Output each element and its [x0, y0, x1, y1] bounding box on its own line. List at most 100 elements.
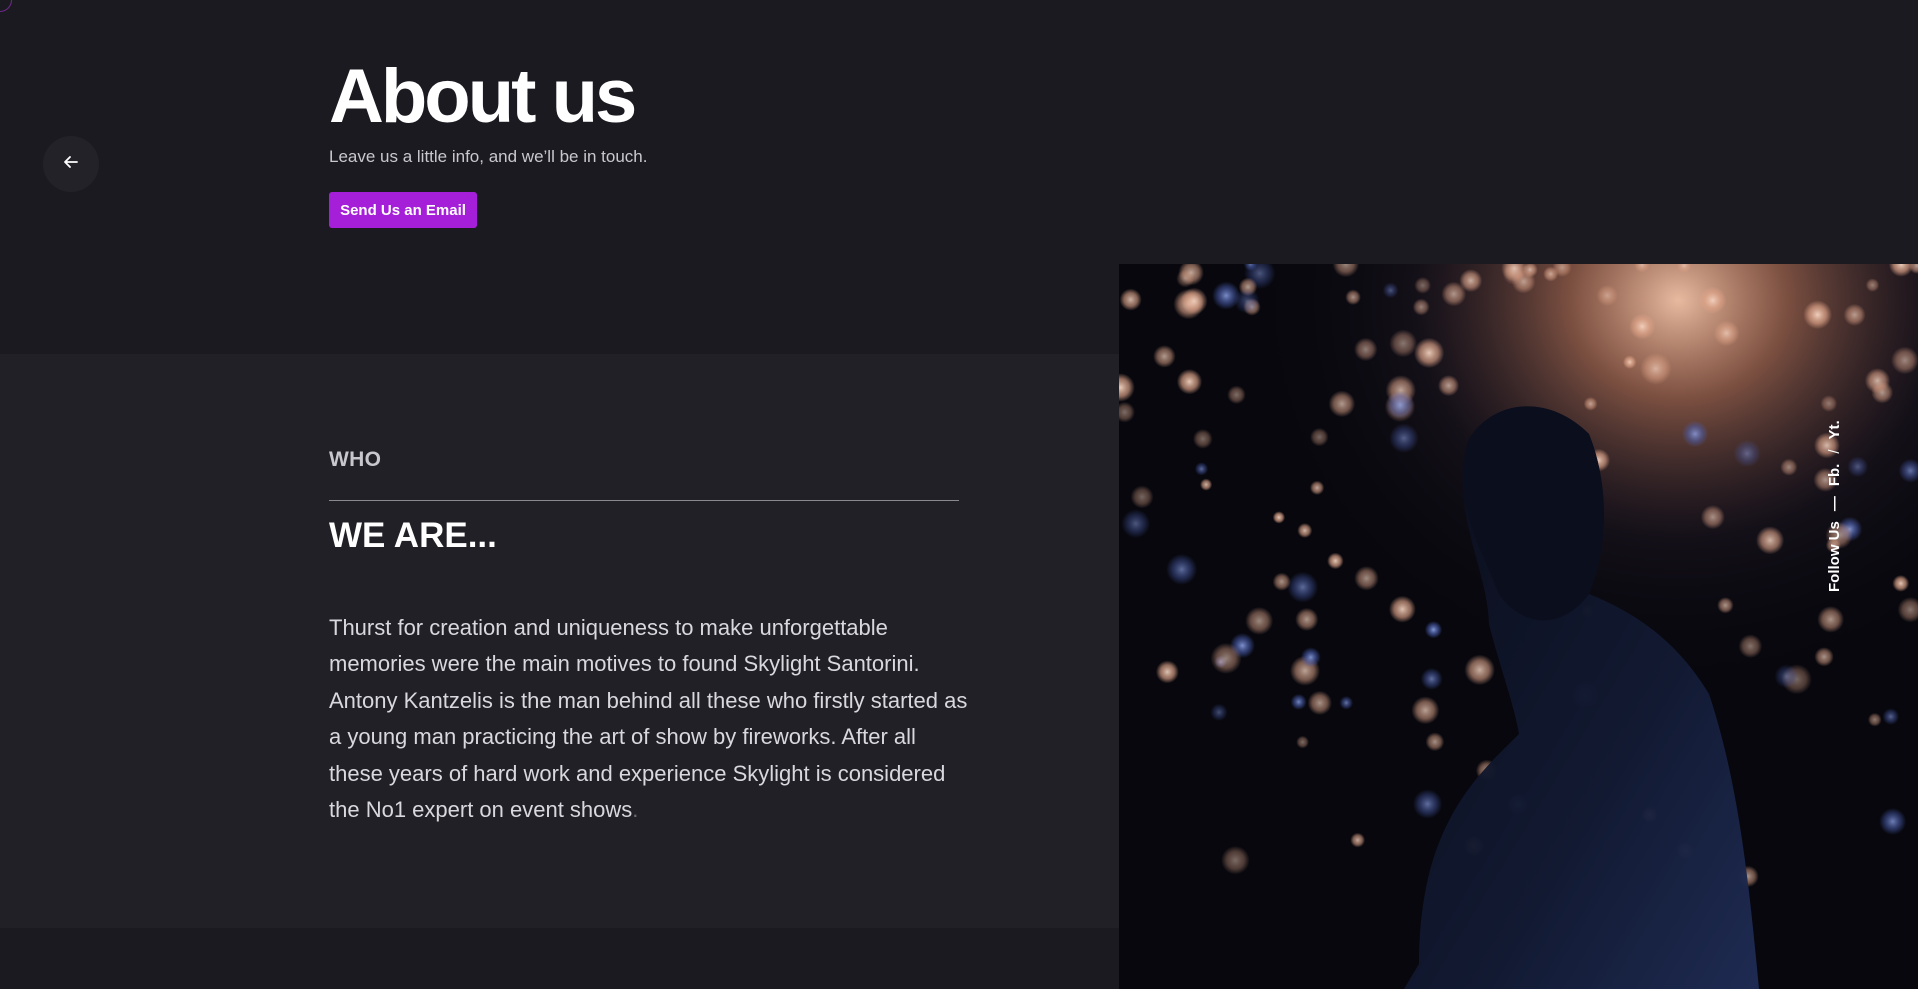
bokeh-light	[1414, 277, 1432, 294]
bokeh-light	[1307, 690, 1332, 716]
bokeh-light	[1717, 597, 1734, 614]
follow-dash: —	[1826, 496, 1843, 512]
bokeh-light	[1424, 621, 1443, 639]
bokeh-light	[1420, 667, 1443, 690]
bokeh-light	[1210, 703, 1228, 721]
bokeh-light	[1774, 664, 1799, 689]
bokeh-light	[1814, 647, 1834, 667]
bokeh-light	[1245, 606, 1274, 635]
bokeh-light	[1411, 696, 1440, 725]
bokeh-light	[1438, 375, 1460, 397]
bokeh-light	[1843, 303, 1866, 326]
bokeh-light	[1176, 369, 1203, 395]
bokeh-light	[1596, 284, 1618, 307]
back-button[interactable]	[43, 136, 99, 192]
bokeh-light	[1354, 337, 1378, 362]
bokeh-light	[1328, 390, 1356, 418]
about-page: About us Leave us a little info, and we’…	[0, 0, 1918, 989]
bokeh-light	[1389, 329, 1418, 358]
bokeh-light	[1176, 269, 1195, 288]
bokeh-light	[1543, 266, 1559, 282]
bokeh-light	[1386, 390, 1415, 419]
bokeh-light	[1441, 281, 1467, 307]
bokeh-light	[1882, 708, 1900, 725]
section-heading: WE ARE...	[329, 516, 497, 555]
about-paragraph-text: Thurst for creation and uniqueness to ma…	[329, 615, 968, 823]
bokeh-light	[1290, 693, 1307, 710]
social-separator: /	[1826, 449, 1843, 454]
bokeh-light	[1339, 696, 1354, 710]
bokeh-light	[1287, 571, 1319, 603]
bokeh-light	[1780, 458, 1798, 476]
bokeh-light	[1221, 845, 1250, 875]
bokeh-light	[1345, 289, 1361, 305]
bokeh-light	[1227, 385, 1246, 405]
social-link-youtube[interactable]: Yt.	[1826, 420, 1843, 439]
bokeh-light	[1327, 552, 1344, 570]
bokeh-light	[1194, 462, 1209, 476]
bokeh-light	[1200, 478, 1213, 491]
bokeh-light	[1388, 595, 1416, 623]
section-eyebrow: WHO	[329, 448, 382, 471]
page-subtitle: Leave us a little info, and we’ll be in …	[329, 147, 648, 166]
bokeh-light	[1864, 368, 1891, 394]
bokeh-light	[1166, 553, 1198, 585]
bokeh-light	[1847, 456, 1869, 478]
bokeh-light	[1738, 634, 1763, 659]
bokeh-light	[1713, 320, 1740, 347]
bokeh-light	[1389, 423, 1419, 453]
bokeh-light	[1382, 282, 1399, 299]
bokeh-light	[1699, 286, 1727, 314]
follow-label: Follow Us	[1826, 521, 1843, 592]
social-link-facebook[interactable]: Fb.	[1826, 464, 1843, 487]
bokeh-light	[1210, 642, 1242, 674]
bokeh-light	[1130, 485, 1154, 509]
bokeh-light	[1681, 420, 1709, 448]
bokeh-light	[1412, 298, 1430, 316]
bokeh-light	[1272, 511, 1286, 524]
bokeh-light	[1865, 278, 1880, 292]
bokeh-light	[1234, 288, 1260, 314]
bokeh-light	[1295, 607, 1319, 631]
bokeh-light	[1892, 575, 1910, 592]
page-title: About us	[329, 54, 637, 139]
bokeh-light	[1354, 566, 1379, 591]
social-follow: Follow Us — Fb. / Yt.	[1826, 420, 1843, 592]
fireworks-photo	[1119, 264, 1918, 989]
bokeh-light	[1153, 345, 1176, 368]
bokeh-light	[1817, 606, 1845, 633]
bokeh-light	[1700, 505, 1725, 530]
bokeh-light	[1820, 395, 1838, 412]
bokeh-light	[1412, 789, 1443, 819]
bokeh-light	[1296, 735, 1309, 749]
bokeh-light	[1803, 300, 1832, 330]
about-paragraph-end: .	[632, 797, 639, 823]
bokeh-light	[1867, 712, 1882, 727]
bokeh-light	[1297, 523, 1313, 538]
bokeh-light	[1350, 832, 1366, 848]
bokeh-light	[1121, 509, 1151, 539]
bokeh-light	[1622, 355, 1637, 369]
bokeh-light	[1464, 654, 1495, 686]
bokeh-light	[1639, 352, 1672, 385]
bokeh-light	[1425, 732, 1445, 752]
arrow-left-icon	[62, 153, 80, 176]
bokeh-light	[1413, 337, 1445, 369]
bokeh-light	[1272, 572, 1291, 591]
about-paragraph: Thurst for creation and uniqueness to ma…	[329, 610, 969, 828]
section-divider	[329, 500, 959, 501]
bokeh-light	[1879, 808, 1907, 835]
bokeh-light	[1309, 480, 1325, 495]
bokeh-light	[1119, 288, 1142, 311]
bokeh-light	[1192, 429, 1213, 449]
bokeh-light	[1733, 439, 1761, 468]
send-email-button[interactable]: Send Us an Email	[329, 192, 477, 228]
bokeh-light	[1629, 313, 1656, 340]
bokeh-light	[1180, 287, 1208, 315]
bokeh-light	[1310, 427, 1329, 447]
cursor-ring-icon	[0, 0, 12, 12]
bokeh-light	[1583, 396, 1598, 411]
bokeh-light	[1756, 526, 1785, 555]
bokeh-light	[1155, 660, 1179, 684]
bokeh-light	[1891, 346, 1918, 375]
